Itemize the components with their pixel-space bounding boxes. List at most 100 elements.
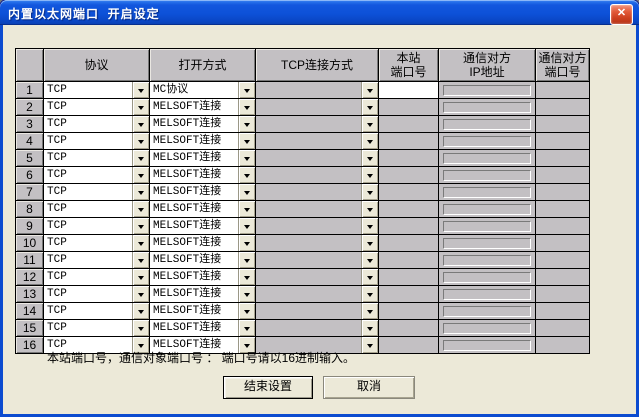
tcp-connection-select[interactable] <box>256 167 378 183</box>
open-method-select[interactable]: MELSOFT连接 <box>150 99 255 115</box>
open-method-select[interactable]: MELSOFT连接 <box>150 252 255 268</box>
chevron-down-icon[interactable] <box>132 133 149 149</box>
protocol-select[interactable]: TCP <box>44 82 149 98</box>
chevron-down-icon[interactable] <box>361 167 378 183</box>
open-method-select[interactable]: MELSOFT连接 <box>150 201 255 217</box>
open-method-select[interactable]: MELSOFT连接 <box>150 303 255 319</box>
host-port-input[interactable] <box>379 82 439 99</box>
tcp-connection-select[interactable] <box>256 116 378 132</box>
tcp-connection-select[interactable] <box>256 184 378 200</box>
finish-settings-button[interactable]: 结束设置 <box>223 376 313 399</box>
protocol-select[interactable]: TCP <box>44 269 149 285</box>
chevron-down-icon[interactable] <box>132 167 149 183</box>
protocol-select[interactable]: TCP <box>44 184 149 200</box>
chevron-down-icon[interactable] <box>132 252 149 268</box>
open-method-select[interactable]: MELSOFT连接 <box>150 167 255 183</box>
chevron-down-icon[interactable] <box>361 99 378 115</box>
chevron-down-icon[interactable] <box>132 150 149 166</box>
chevron-down-icon[interactable] <box>238 99 255 115</box>
chevron-down-icon[interactable] <box>361 286 378 302</box>
chevron-down-icon[interactable] <box>361 303 378 319</box>
host-port-input[interactable] <box>379 337 439 354</box>
host-port-input[interactable] <box>379 252 439 269</box>
host-port-input[interactable] <box>379 167 439 184</box>
open-method-select[interactable]: MC协议 <box>150 82 255 98</box>
chevron-down-icon[interactable] <box>361 184 378 200</box>
open-method-select[interactable]: MELSOFT连接 <box>150 184 255 200</box>
host-port-input[interactable] <box>379 286 439 303</box>
chevron-down-icon[interactable] <box>132 320 149 336</box>
chevron-down-icon[interactable] <box>238 167 255 183</box>
protocol-select[interactable]: TCP <box>44 150 149 166</box>
host-port-input[interactable] <box>379 184 439 201</box>
tcp-connection-select[interactable] <box>256 286 378 302</box>
host-port-input[interactable] <box>379 201 439 218</box>
chevron-down-icon[interactable] <box>238 303 255 319</box>
chevron-down-icon[interactable] <box>238 201 255 217</box>
chevron-down-icon[interactable] <box>238 218 255 234</box>
cancel-button[interactable]: 取消 <box>323 376 415 399</box>
chevron-down-icon[interactable] <box>132 82 149 98</box>
chevron-down-icon[interactable] <box>132 201 149 217</box>
tcp-connection-select[interactable] <box>256 150 378 166</box>
open-method-select[interactable]: MELSOFT连接 <box>150 320 255 336</box>
chevron-down-icon[interactable] <box>132 99 149 115</box>
open-method-select[interactable]: MELSOFT连接 <box>150 133 255 149</box>
protocol-select[interactable]: TCP <box>44 303 149 319</box>
host-port-input[interactable] <box>379 99 439 116</box>
chevron-down-icon[interactable] <box>238 286 255 302</box>
chevron-down-icon[interactable] <box>132 269 149 285</box>
open-method-select[interactable]: MELSOFT连接 <box>150 218 255 234</box>
chevron-down-icon[interactable] <box>132 303 149 319</box>
chevron-down-icon[interactable] <box>132 218 149 234</box>
chevron-down-icon[interactable] <box>361 150 378 166</box>
title-bar[interactable]: 内置以太网端口 开启设定 ✕ <box>0 0 639 25</box>
open-method-select[interactable]: MELSOFT连接 <box>150 235 255 251</box>
protocol-select[interactable]: TCP <box>44 99 149 115</box>
chevron-down-icon[interactable] <box>361 133 378 149</box>
tcp-connection-select[interactable] <box>256 252 378 268</box>
protocol-select[interactable]: TCP <box>44 167 149 183</box>
chevron-down-icon[interactable] <box>238 184 255 200</box>
tcp-connection-select[interactable] <box>256 303 378 319</box>
protocol-select[interactable]: TCP <box>44 286 149 302</box>
host-port-input[interactable] <box>379 303 439 320</box>
chevron-down-icon[interactable] <box>132 235 149 251</box>
host-port-input[interactable] <box>379 150 439 167</box>
tcp-connection-select[interactable] <box>256 320 378 336</box>
protocol-select[interactable]: TCP <box>44 320 149 336</box>
chevron-down-icon[interactable] <box>132 116 149 132</box>
tcp-connection-select[interactable] <box>256 99 378 115</box>
chevron-down-icon[interactable] <box>361 218 378 234</box>
host-port-input[interactable] <box>379 269 439 286</box>
host-port-input[interactable] <box>379 320 439 337</box>
protocol-select[interactable]: TCP <box>44 133 149 149</box>
chevron-down-icon[interactable] <box>361 82 378 98</box>
tcp-connection-select[interactable] <box>256 133 378 149</box>
chevron-down-icon[interactable] <box>361 235 378 251</box>
chevron-down-icon[interactable] <box>361 337 378 353</box>
protocol-select[interactable]: TCP <box>44 218 149 234</box>
tcp-connection-select[interactable] <box>256 269 378 285</box>
protocol-select[interactable]: TCP <box>44 201 149 217</box>
chevron-down-icon[interactable] <box>132 184 149 200</box>
host-port-input[interactable] <box>379 235 439 252</box>
open-method-select[interactable]: MELSOFT连接 <box>150 150 255 166</box>
chevron-down-icon[interactable] <box>238 269 255 285</box>
chevron-down-icon[interactable] <box>238 116 255 132</box>
host-port-input[interactable] <box>379 218 439 235</box>
open-method-select[interactable]: MELSOFT连接 <box>150 286 255 302</box>
open-method-select[interactable]: MELSOFT连接 <box>150 269 255 285</box>
chevron-down-icon[interactable] <box>238 320 255 336</box>
chevron-down-icon[interactable] <box>361 252 378 268</box>
tcp-connection-select[interactable] <box>256 82 378 98</box>
tcp-connection-select[interactable] <box>256 218 378 234</box>
tcp-connection-select[interactable] <box>256 235 378 251</box>
protocol-select[interactable]: TCP <box>44 235 149 251</box>
chevron-down-icon[interactable] <box>361 269 378 285</box>
chevron-down-icon[interactable] <box>238 82 255 98</box>
chevron-down-icon[interactable] <box>238 252 255 268</box>
chevron-down-icon[interactable] <box>238 150 255 166</box>
host-port-input[interactable] <box>379 133 439 150</box>
close-icon[interactable]: ✕ <box>610 4 633 25</box>
